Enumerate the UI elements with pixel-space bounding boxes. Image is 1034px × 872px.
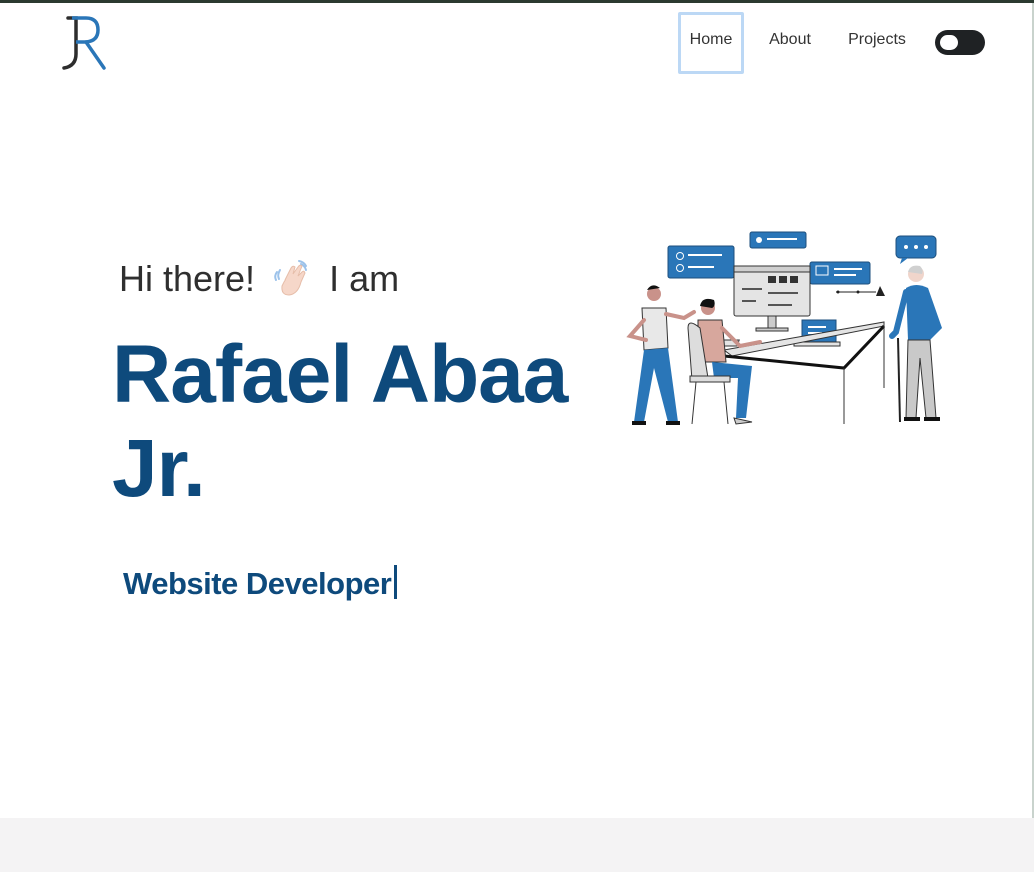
theme-toggle[interactable] [935,30,985,55]
greeting-text: Hi there! [119,258,256,299]
typing-cursor [394,565,398,599]
role-text: Website Developer [123,566,392,601]
nav-home[interactable]: Home [678,12,744,74]
developer-illustration [622,228,948,428]
greeting: Hi there! I am [119,254,399,304]
nav-projects[interactable]: Projects [844,12,910,74]
next-section-band [0,818,1034,872]
hero-name: Rafael Abaa Jr. [112,329,568,514]
site-logo[interactable] [56,14,108,72]
greeting-text-after: I am [329,258,400,299]
nav-about[interactable]: About [762,12,818,74]
waving-hand-icon [271,258,313,300]
logo-monogram-icon [62,16,106,70]
hero-role: Website Developer [123,565,398,602]
top-border [0,0,1034,3]
toggle-knob [940,35,958,50]
